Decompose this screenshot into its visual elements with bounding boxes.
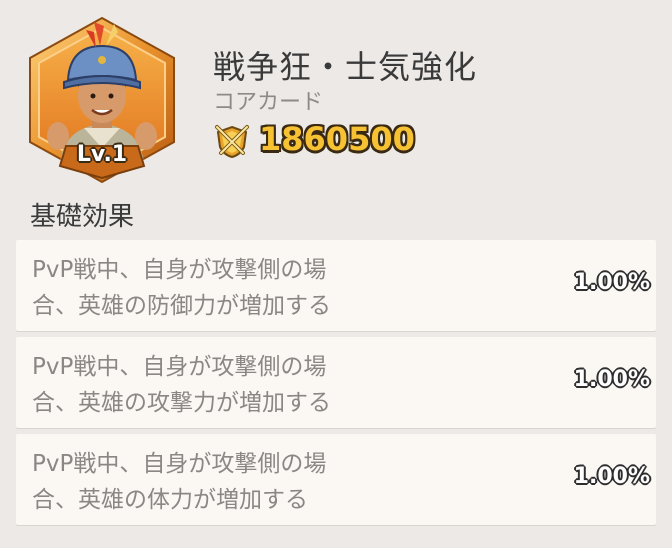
effect-description-line1: PvP戦中、自身が攻撃側の場	[32, 451, 327, 477]
card-detail-panel: Lv.1 戦争狂・士気強化 コアカード 1860500 基礎効果 PvP戦中、自…	[0, 0, 672, 548]
effect-description-line2: 合、英雄の体力が増加する	[32, 487, 308, 513]
effect-description: PvP戦中、自身が攻撃側の場 合、英雄の体力が増加する	[32, 446, 432, 518]
crossed-swords-shield-icon	[215, 125, 249, 159]
power-value: 1860500	[259, 120, 415, 158]
effect-description-line2: 合、英雄の防御力が増加する	[32, 293, 331, 319]
effect-description-line2: 合、英雄の攻撃力が増加する	[32, 390, 331, 416]
card-title: 戦争狂・士気強化	[213, 48, 478, 86]
effect-row: PvP戦中、自身が攻撃側の場 合、英雄の防御力が増加する 1.00%	[16, 240, 656, 331]
effect-row: PvP戦中、自身が攻撃側の場 合、英雄の攻撃力が増加する 1.00%	[16, 337, 656, 428]
effect-description: PvP戦中、自身が攻撃側の場 合、英雄の攻撃力が増加する	[32, 349, 432, 421]
effect-description-line1: PvP戦中、自身が攻撃側の場	[32, 354, 327, 380]
section-title: 基礎効果	[30, 202, 135, 232]
effect-value: 1.00%	[573, 367, 650, 392]
card-type-label: コアカード	[213, 90, 324, 115]
card-level-label: Lv.1	[76, 142, 128, 167]
effect-value: 1.00%	[573, 270, 650, 295]
effect-row: PvP戦中、自身が攻撃側の場 合、英雄の体力が増加する 1.00%	[16, 434, 656, 525]
effect-value: 1.00%	[573, 464, 650, 489]
effect-description-line1: PvP戦中、自身が攻撃側の場	[32, 257, 327, 283]
effects-list: PvP戦中、自身が攻撃側の場 合、英雄の防御力が増加する 1.00% PvP戦中…	[16, 240, 656, 531]
effect-description: PvP戦中、自身が攻撃側の場 合、英雄の防御力が増加する	[32, 252, 432, 324]
hero-portrait[interactable]: Lv.1	[22, 16, 182, 184]
